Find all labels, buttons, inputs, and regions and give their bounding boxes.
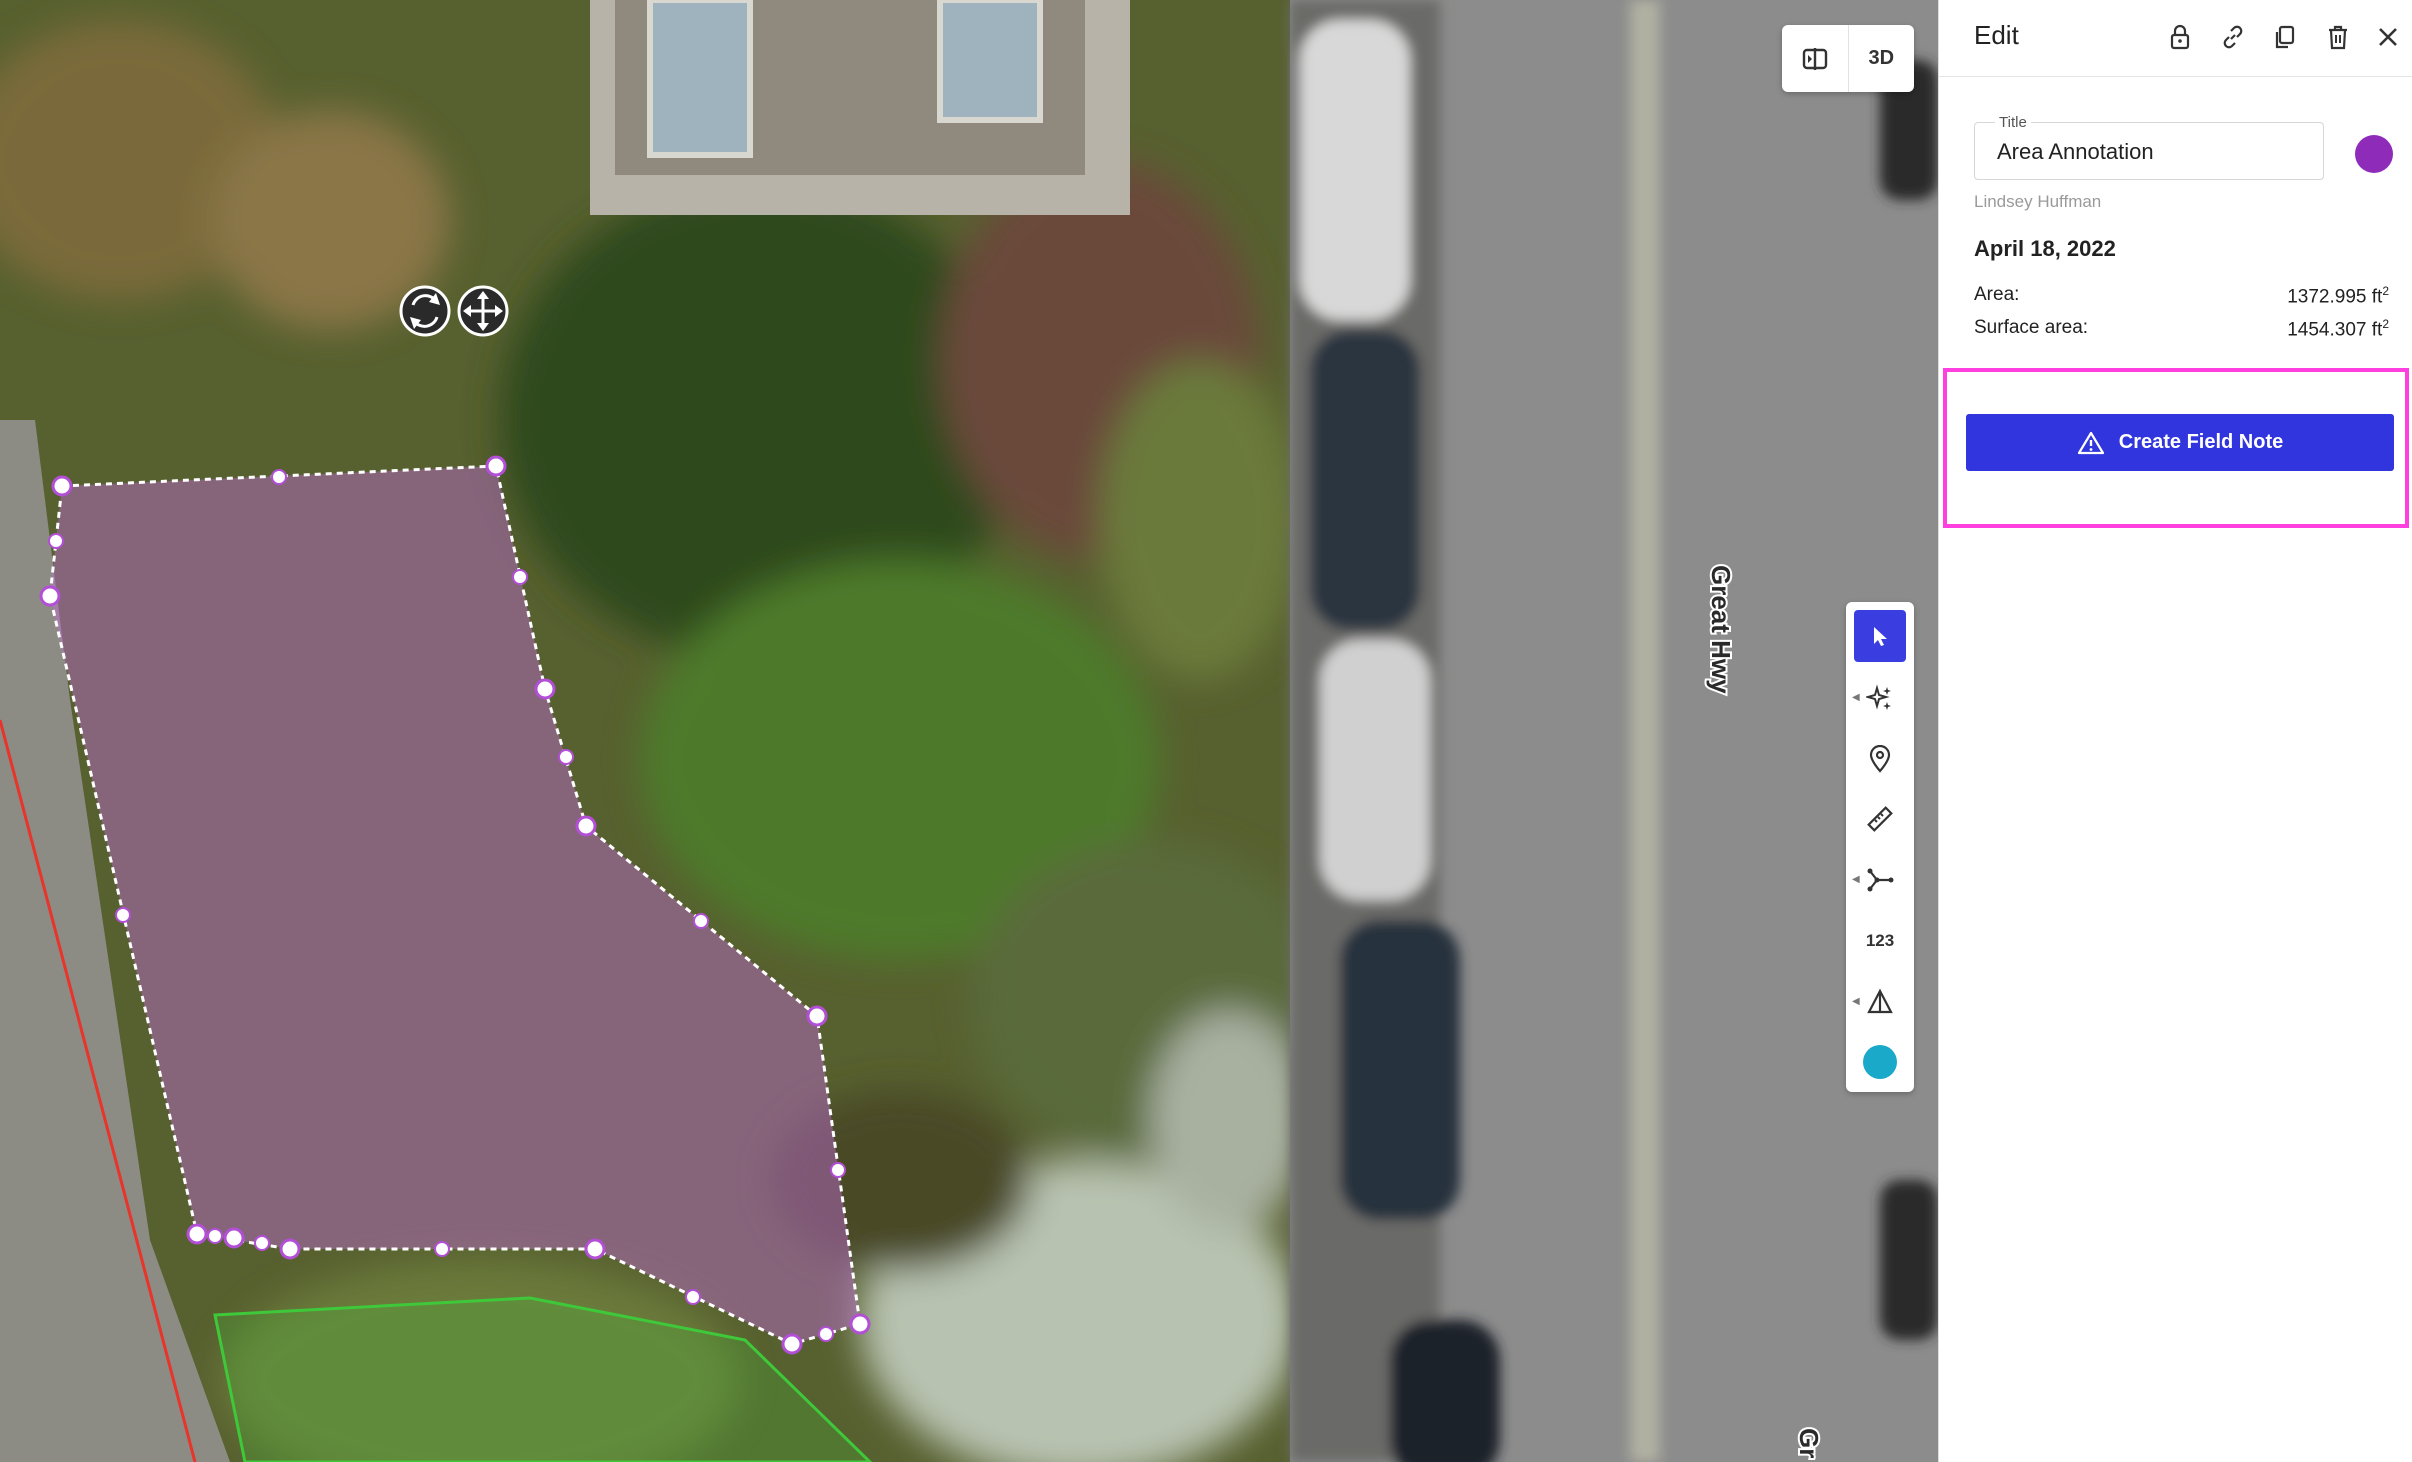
3d-mode-button[interactable]: 3D: [1847, 25, 1915, 92]
tool-caret-icon: ◀: [1852, 874, 1860, 885]
title-field[interactable]: Title Area Annotation: [1974, 114, 2324, 180]
split-view-icon: [1802, 47, 1827, 70]
panel-header: Edit: [1939, 0, 2412, 77]
title-field-value[interactable]: Area Annotation: [1997, 139, 2154, 165]
annotation-date: April 18, 2022: [1974, 236, 2116, 261]
3d-mode-label: 3D: [1868, 47, 1895, 69]
edit-panel: Edit Title Area Annotation Lindsey Huffm…: [1938, 0, 2412, 1462]
cursor-arrow-icon: [1874, 627, 1887, 646]
road-label: Great Hwy: [1706, 565, 1736, 694]
surface-area-unit-sup: 2: [2382, 317, 2389, 331]
panel-title: Edit: [1974, 20, 2019, 50]
location-pin-icon: [1869, 745, 1891, 773]
ruler-icon: [1867, 806, 1893, 832]
lock-icon[interactable]: [2163, 20, 2197, 54]
road-label-partial: Gr: [1794, 1428, 1824, 1458]
link-icon[interactable]: [2216, 20, 2250, 54]
split-view-button[interactable]: [1782, 25, 1848, 92]
move-handle-icon[interactable]: [457, 285, 509, 337]
area-label: Area:: [1974, 284, 2020, 305]
count-tool[interactable]: 123: [1854, 915, 1906, 967]
annotation-toolbar: ◀ ◀ 123 ◀: [1846, 602, 1914, 1092]
create-field-note-button[interactable]: Create Field Note: [1966, 414, 2394, 471]
area-value-text: 1372.995 ft: [2287, 286, 2383, 308]
sparkle-icon: [1866, 684, 1891, 710]
magic-tool[interactable]: ◀: [1852, 672, 1906, 724]
map-viewport[interactable]: Great Hwy Gr 3D ◀ ◀ 123 ◀: [0, 0, 1938, 1462]
close-icon[interactable]: [2371, 20, 2405, 54]
warning-triangle-icon: [2077, 431, 2104, 454]
view-toggle: 3D: [1782, 25, 1914, 92]
surface-area-label: Surface area:: [1974, 317, 2089, 338]
trash-icon[interactable]: [2321, 20, 2355, 54]
count-tool-label: 123: [1865, 931, 1895, 950]
title-field-label: Title: [1995, 114, 2031, 131]
copy-icon[interactable]: [2268, 20, 2302, 54]
tool-caret-icon: ◀: [1852, 692, 1860, 703]
triangle-shape-icon: [1867, 988, 1893, 1014]
area-value-unit-sup: 2: [2382, 284, 2389, 298]
measure-tool[interactable]: [1854, 793, 1906, 845]
building-roof: [590, 0, 1130, 215]
surface-area-value-text: 1454.307 ft: [2287, 319, 2383, 341]
create-field-note-label: Create Field Note: [2118, 431, 2284, 453]
color-dot-icon: [1863, 1045, 1897, 1079]
polyline-tool[interactable]: ◀: [1852, 854, 1906, 906]
select-tool[interactable]: [1854, 610, 1906, 662]
annotation-color-swatch[interactable]: [2355, 135, 2393, 173]
surface-area-value: 1454.307 ft2: [2287, 317, 2389, 341]
author-name: Lindsey Huffman: [1974, 192, 2102, 211]
pin-tool[interactable]: [1854, 733, 1906, 785]
color-tool[interactable]: [1854, 1036, 1906, 1088]
area-value: 1372.995 ft2: [2287, 284, 2389, 308]
rotate-handle-icon[interactable]: [399, 285, 451, 337]
vector-path-icon: [1867, 868, 1894, 892]
volume-tool[interactable]: ◀: [1852, 976, 1906, 1028]
tool-caret-icon: ◀: [1852, 996, 1860, 1007]
